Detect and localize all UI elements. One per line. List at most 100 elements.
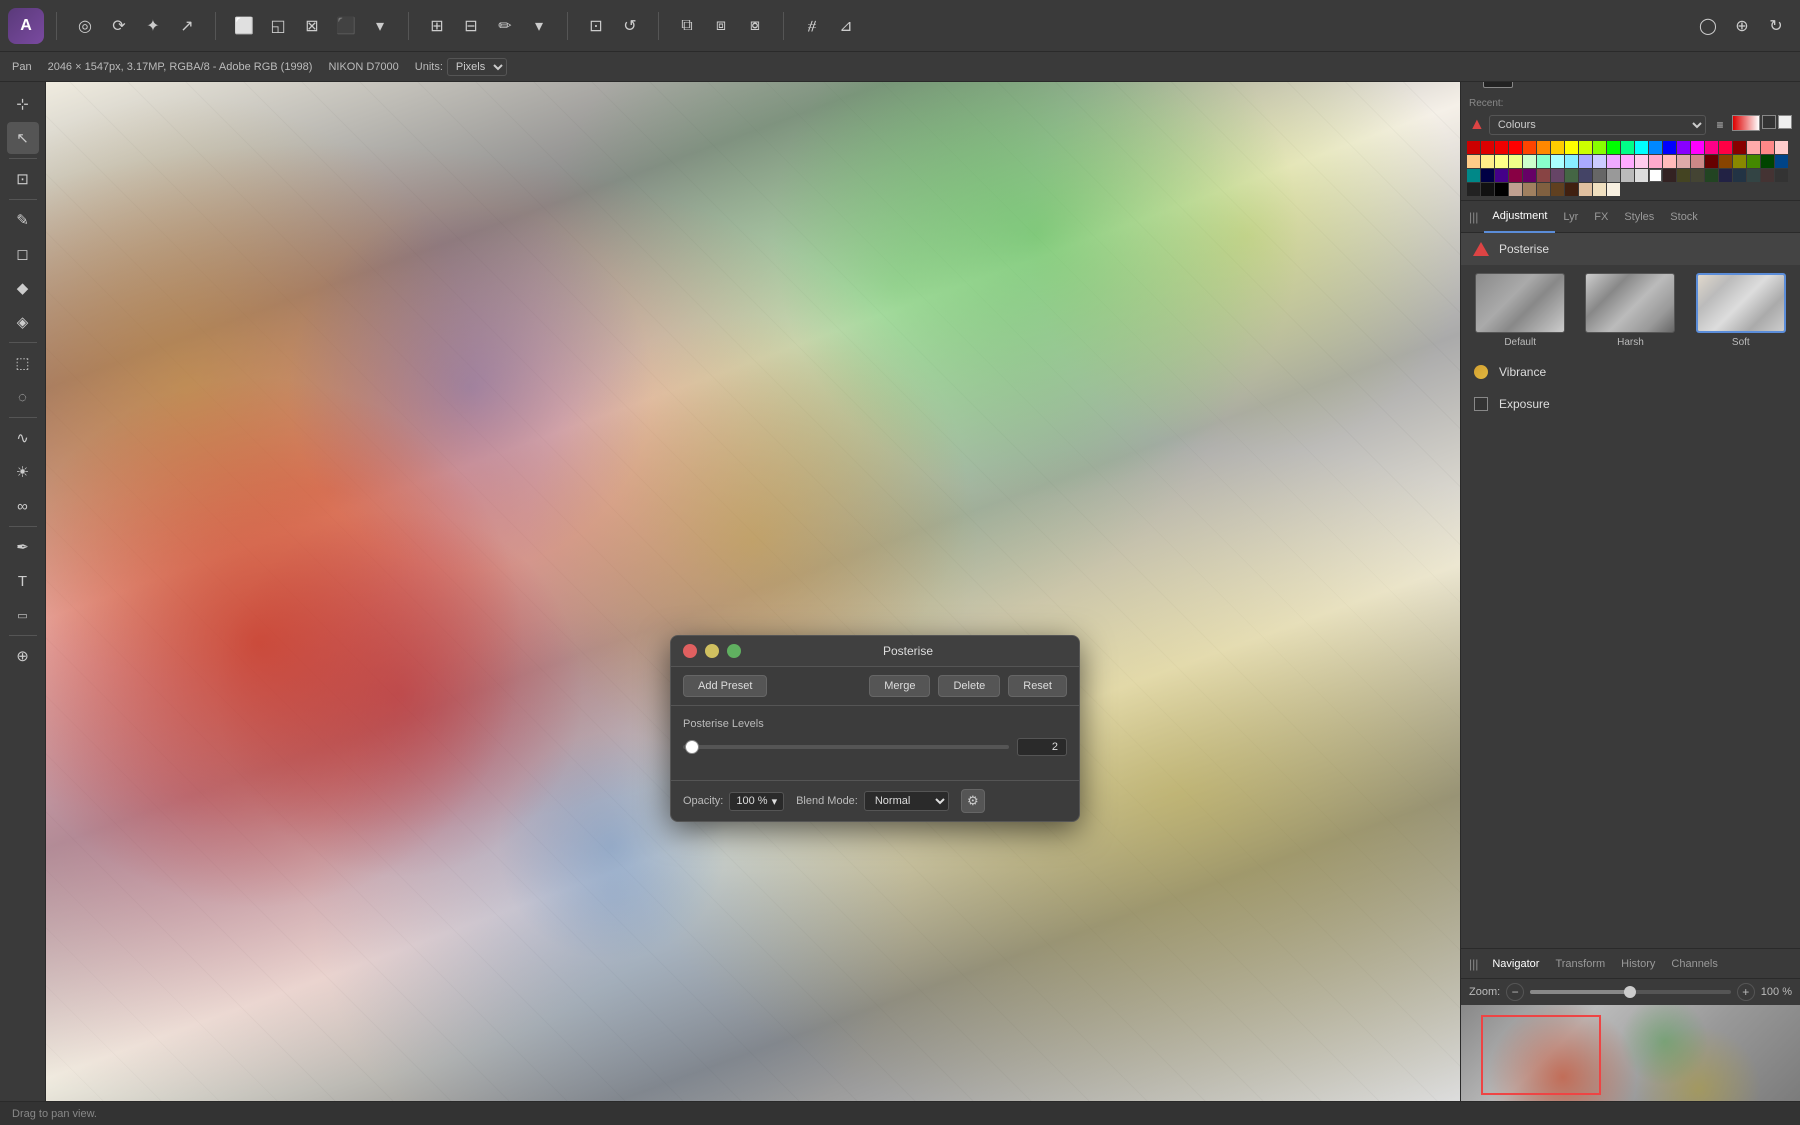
tab-channels[interactable]: Channels xyxy=(1663,949,1725,979)
dialog-opacity-select[interactable]: 100 % ▾ xyxy=(729,792,784,811)
swatch-cell[interactable] xyxy=(1747,141,1760,154)
toolbar-marquee[interactable]: ⬜ xyxy=(228,10,260,42)
swatch-cell[interactable] xyxy=(1509,169,1522,182)
toolbar-snap[interactable]: ⊟ xyxy=(455,10,487,42)
swatch-cell[interactable] xyxy=(1523,169,1536,182)
delete-btn[interactable]: Delete xyxy=(938,675,1000,697)
swatch-cell[interactable] xyxy=(1579,183,1592,196)
text-tool[interactable]: T xyxy=(7,565,39,597)
swatch-cell[interactable] xyxy=(1677,169,1690,182)
swatch-cell[interactable] xyxy=(1705,155,1718,168)
smudge-tool[interactable]: ∿ xyxy=(7,422,39,454)
swatch-cell[interactable] xyxy=(1579,169,1592,182)
shape-tool[interactable]: ▭ xyxy=(7,599,39,631)
swatch-cell[interactable] xyxy=(1593,169,1606,182)
swatch-cell[interactable] xyxy=(1621,169,1634,182)
dodge-tool[interactable]: ☀ xyxy=(7,456,39,488)
swatch-cell[interactable] xyxy=(1663,155,1676,168)
swatch-cell[interactable] xyxy=(1509,183,1522,196)
units-select[interactable]: Pixels xyxy=(447,58,507,76)
erase-tool[interactable]: ◻ xyxy=(7,238,39,270)
swatch-cell[interactable] xyxy=(1537,155,1550,168)
posterise-slider-thumb[interactable] xyxy=(685,740,699,754)
swatch-cell[interactable] xyxy=(1523,155,1536,168)
swatch-cell[interactable] xyxy=(1551,155,1564,168)
swatch-cell[interactable] xyxy=(1635,155,1648,168)
merge-btn[interactable]: Merge xyxy=(869,675,930,697)
toolbar-marquee-col[interactable]: ⊠ xyxy=(296,10,328,42)
swatch-cell[interactable] xyxy=(1733,169,1746,182)
swatch-cell[interactable] xyxy=(1467,169,1480,182)
swatch-cell[interactable] xyxy=(1747,169,1760,182)
swatch-cell[interactable] xyxy=(1775,155,1788,168)
swatch-cell[interactable] xyxy=(1663,169,1676,182)
swatch-cell[interactable] xyxy=(1691,169,1704,182)
tab-fx[interactable]: FX xyxy=(1586,201,1616,233)
toolbar-history[interactable]: ⊡ xyxy=(580,10,612,42)
preset-default[interactable]: Default xyxy=(1469,273,1571,348)
preset-harsh[interactable]: Harsh xyxy=(1579,273,1681,348)
crop-tool[interactable]: ⊡ xyxy=(7,163,39,195)
tab-transform[interactable]: Transform xyxy=(1547,949,1613,979)
swatch-cell[interactable] xyxy=(1495,169,1508,182)
vector-tool[interactable]: ✒ xyxy=(7,531,39,563)
toolbar-right3[interactable]: ↻ xyxy=(1760,10,1792,42)
toolbar-marquee-rect[interactable]: ◱ xyxy=(262,10,294,42)
preset-soft-img[interactable] xyxy=(1696,273,1786,333)
toolbar-btn-redo[interactable]: ⟳ xyxy=(103,10,135,42)
adjustment-posterise[interactable]: Posterise xyxy=(1461,233,1800,265)
selection-tool[interactable]: ⬚ xyxy=(7,347,39,379)
dialog-maximize-btn[interactable] xyxy=(727,644,741,658)
swatch-cell[interactable] xyxy=(1593,141,1606,154)
tab-stock[interactable]: Stock xyxy=(1662,201,1706,233)
swatch-cell[interactable] xyxy=(1733,141,1746,154)
nav-viewport-rect[interactable] xyxy=(1481,1015,1601,1095)
tab-history[interactable]: History xyxy=(1613,949,1663,979)
toolbar-right1[interactable]: ◯ xyxy=(1692,10,1724,42)
swatch-cell[interactable] xyxy=(1649,169,1662,182)
swatch-cell[interactable] xyxy=(1565,183,1578,196)
swatch-cell[interactable] xyxy=(1565,155,1578,168)
swatch-cell[interactable] xyxy=(1551,169,1564,182)
toolbar-brush-drop[interactable]: ▾ xyxy=(523,10,555,42)
swatch-cell[interactable] xyxy=(1775,169,1788,182)
nav-menu-icon[interactable]: ||| xyxy=(1469,957,1484,971)
palette-menu-btn[interactable]: ≡ xyxy=(1710,115,1730,135)
paint-brush-tool[interactable]: ✎ xyxy=(7,204,39,236)
swatch-cell[interactable] xyxy=(1509,141,1522,154)
swatch-cell[interactable] xyxy=(1495,155,1508,168)
zoom-thumb[interactable] xyxy=(1624,986,1636,998)
tab-adjustment[interactable]: Adjustment xyxy=(1484,201,1555,233)
swatch-cell[interactable] xyxy=(1523,141,1536,154)
swatch-cell[interactable] xyxy=(1607,169,1620,182)
toolbar-btn-share[interactable]: ✦ xyxy=(137,10,169,42)
tab-navigator[interactable]: Navigator xyxy=(1484,949,1547,979)
swatch-cell[interactable] xyxy=(1691,155,1704,168)
move-tool[interactable]: ↖ xyxy=(7,122,39,154)
swatch-cell[interactable] xyxy=(1635,169,1648,182)
swatch-cell[interactable] xyxy=(1705,141,1718,154)
zoom-slider[interactable] xyxy=(1530,990,1731,994)
swatch-cell[interactable] xyxy=(1607,141,1620,154)
swatch-cell[interactable] xyxy=(1621,155,1634,168)
toolbar-btn-undo[interactable]: ◎ xyxy=(69,10,101,42)
swatch-cell[interactable] xyxy=(1761,141,1774,154)
toolbar-mask-drop[interactable]: ▾ xyxy=(364,10,396,42)
dialog-settings-btn[interactable]: ⚙ xyxy=(961,789,985,813)
swatch-cell[interactable] xyxy=(1649,155,1662,168)
reset-btn[interactable]: Reset xyxy=(1008,675,1067,697)
toolbar-reset-hist[interactable]: ↺ xyxy=(614,10,646,42)
swatch-cell[interactable] xyxy=(1775,141,1788,154)
toolbar-btn-export[interactable]: ↗ xyxy=(171,10,203,42)
swatch-cell[interactable] xyxy=(1537,183,1550,196)
preset-soft[interactable]: Soft xyxy=(1690,273,1792,348)
swatch-cell[interactable] xyxy=(1733,155,1746,168)
tab-styles[interactable]: Styles xyxy=(1616,201,1662,233)
swatch-cell[interactable] xyxy=(1467,183,1480,196)
adjustment-vibrance[interactable]: Vibrance xyxy=(1461,356,1800,388)
swatch-cell[interactable] xyxy=(1495,141,1508,154)
swatch-cell[interactable] xyxy=(1565,169,1578,182)
zoom-out-btn[interactable]: − xyxy=(1506,983,1524,1001)
swatch-cell[interactable] xyxy=(1607,183,1620,196)
swatch-cell[interactable] xyxy=(1495,183,1508,196)
